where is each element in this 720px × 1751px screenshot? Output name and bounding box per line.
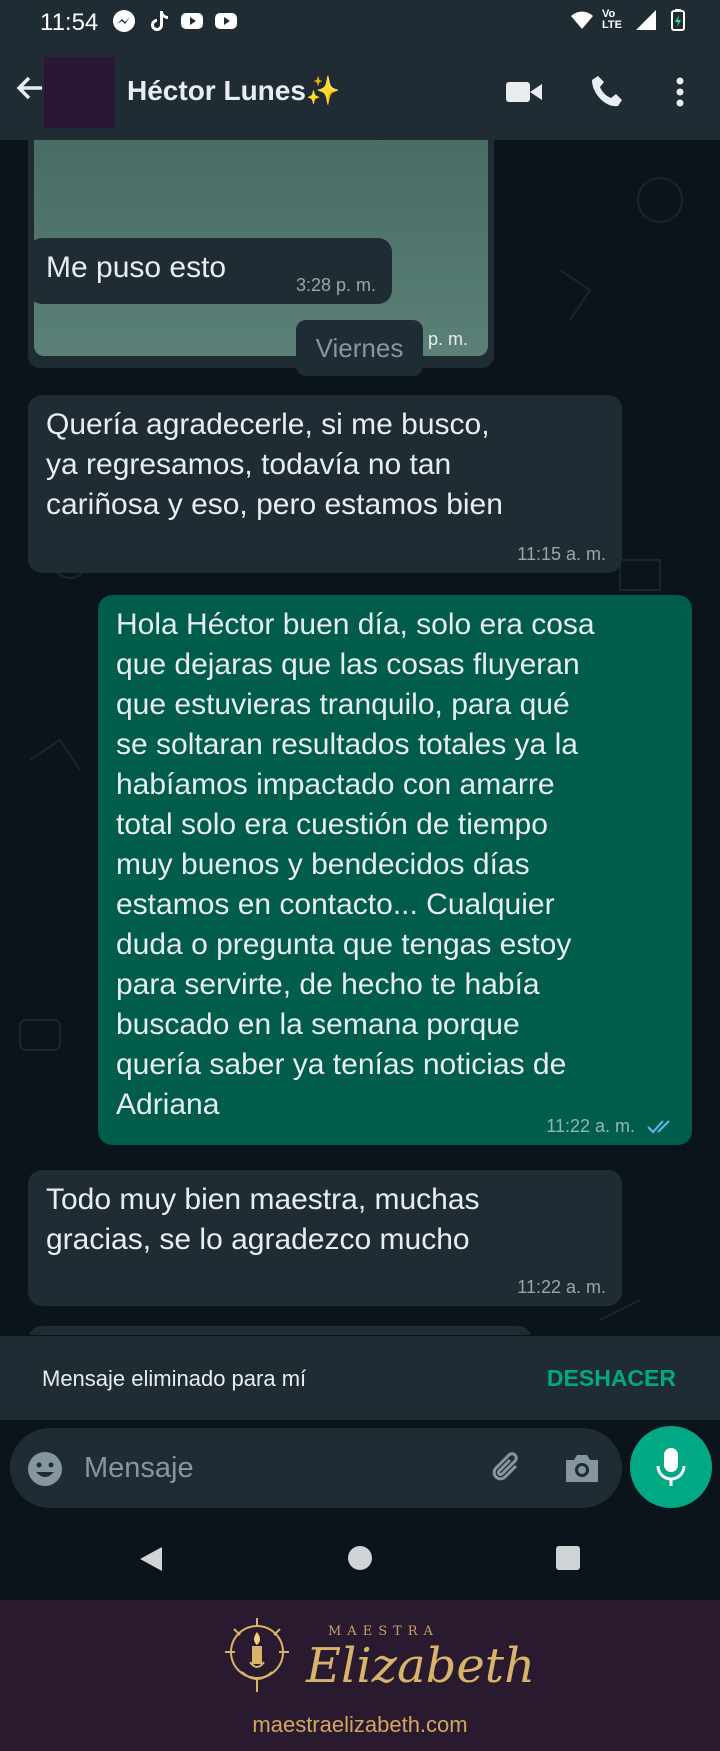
candle-emblem-icon	[225, 1618, 289, 1692]
system-nav-bar	[0, 1518, 720, 1600]
back-arrow-icon[interactable]	[12, 70, 48, 106]
message-incoming[interactable]: Me puso esto 3:28 p. m.	[28, 238, 392, 304]
double-check-icon	[647, 1120, 670, 1134]
attach-icon[interactable]	[488, 1448, 528, 1488]
contact-name[interactable]: Héctor Lunes✨	[127, 74, 341, 107]
mic-icon	[656, 1448, 686, 1486]
tiktok-icon	[151, 11, 168, 31]
brand-url: maestraelizabeth.com	[252, 1712, 468, 1737]
emoji-icon[interactable]	[26, 1450, 64, 1488]
signal-icon	[636, 10, 656, 30]
status-time: 11:54	[40, 9, 99, 36]
brand-footer: MAESTRA Elizabeth maestraelizabeth.com	[0, 1600, 720, 1751]
snackbar-text: Mensaje eliminado para mí	[42, 1366, 307, 1391]
message-outgoing[interactable]: Hola Héctor buen día, solo era cosa que …	[98, 595, 692, 1145]
message-text: Quería agradecerle, si me busco, ya regr…	[46, 408, 503, 521]
message-input[interactable]: Mensaje	[10, 1428, 622, 1508]
nav-recents-icon[interactable]	[556, 1546, 580, 1570]
date-divider: Viernes	[296, 320, 423, 376]
video-call-icon[interactable]	[504, 72, 544, 112]
chat-header: Héctor Lunes✨	[0, 44, 720, 140]
more-vert-icon[interactable]	[660, 72, 700, 112]
message-time: 11:22 a. m.	[517, 1277, 606, 1297]
undo-button[interactable]: DESHACER	[547, 1365, 676, 1392]
nav-back-icon[interactable]	[138, 1546, 164, 1572]
phone-call-icon[interactable]	[588, 72, 628, 112]
message-incoming-partial[interactable]	[28, 1326, 532, 1335]
brand-name: Elizabeth	[306, 1638, 535, 1694]
message-time: 3:28 p. m.	[295, 275, 376, 295]
chat-area[interactable]: 3:28 p. m. Me puso esto 3:28 p. m. Viern…	[0, 140, 720, 1335]
status-bar: 11:54 Vo LTE	[0, 0, 720, 44]
message-text: Me puso esto	[46, 251, 227, 284]
brand-subtitle: MAESTRA	[328, 1624, 439, 1639]
message-text: Todo muy bien maestra, muchas gracias, s…	[46, 1183, 480, 1256]
composer: Mensaje	[0, 1420, 720, 1518]
nav-home-icon[interactable]	[348, 1546, 372, 1570]
volte-icon: Vo LTE	[602, 8, 622, 31]
snackbar: Mensaje eliminado para mí DESHACER	[0, 1336, 720, 1420]
wifi-icon	[571, 11, 593, 29]
message-meta: 11:22 a. m.	[546, 1116, 676, 1136]
battery-icon	[671, 9, 685, 31]
message-incoming[interactable]: Todo muy bien maestra, muchas gracias, s…	[28, 1170, 622, 1306]
messenger-icon	[113, 10, 135, 32]
youtube-icon	[181, 13, 203, 29]
mic-button[interactable]	[630, 1426, 712, 1508]
message-time: 11:15 a. m.	[517, 544, 606, 564]
message-placeholder: Mensaje	[84, 1452, 194, 1484]
message-incoming[interactable]: Quería agradecerle, si me busco, ya regr…	[28, 395, 622, 573]
message-text: Hola Héctor buen día, solo era cosa que …	[116, 608, 595, 1121]
camera-icon[interactable]	[562, 1448, 602, 1488]
youtube-icon-2	[215, 13, 237, 29]
message-time: 11:22 a. m.	[546, 1116, 635, 1136]
avatar[interactable]	[44, 57, 115, 128]
